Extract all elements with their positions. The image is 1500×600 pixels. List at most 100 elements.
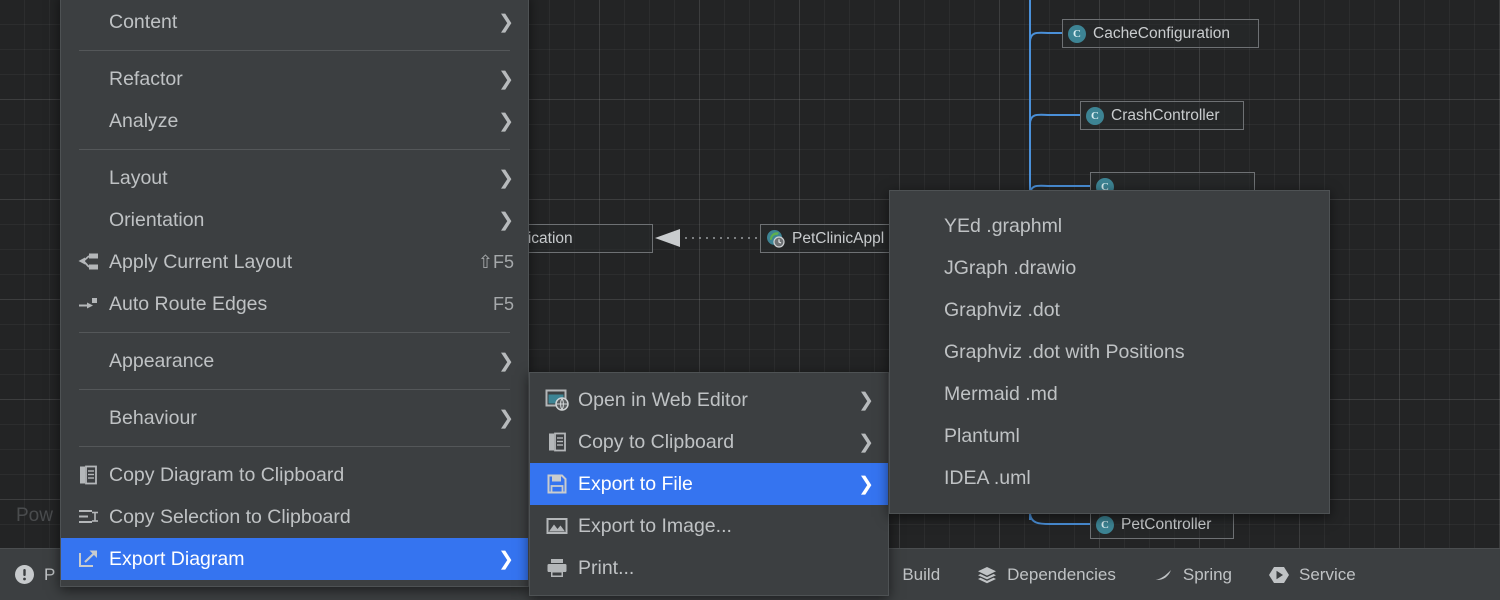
spring-leaf-icon — [1152, 564, 1174, 586]
menu-item-apply-current-layout[interactable]: Apply Current Layout ⇧F5 — [61, 241, 528, 283]
dependency-arrowhead — [655, 229, 680, 247]
menu-item-label: Mermaid .md — [944, 383, 1315, 406]
menu-separator — [79, 332, 510, 333]
menu-separator — [79, 389, 510, 390]
class-icon: C — [1068, 25, 1086, 43]
menu-item-label: JGraph .drawio — [944, 257, 1315, 280]
menu-item-copy-selection-to-clipboard[interactable]: Copy Selection to Clipboard — [61, 496, 528, 538]
status-item-services[interactable]: Service — [1250, 564, 1374, 586]
class-icon: C — [1096, 516, 1114, 534]
menu-item-label: Open in Web Editor — [572, 389, 838, 412]
menu-item-auto-route-edges[interactable]: Auto Route Edges F5 — [61, 283, 528, 325]
class-icon: C — [1086, 107, 1104, 125]
menu-item-shortcut: ⇧F5 — [452, 252, 514, 273]
menu-item-shortcut: F5 — [467, 294, 514, 315]
web-editor-icon — [542, 387, 572, 413]
diagram-watermark: Pow — [16, 505, 53, 527]
menu-item-label: Refactor — [103, 68, 478, 91]
menu-item-label: Orientation — [103, 209, 478, 232]
menu-item-plantuml[interactable]: Plantuml — [890, 415, 1329, 457]
menu-item-graphviz-dot-with-positions[interactable]: Graphviz .dot with Positions — [890, 331, 1329, 373]
diagram-node[interactable]: C PetController — [1090, 510, 1234, 539]
menu-item-yed-graphml[interactable]: YEd .graphml — [890, 205, 1329, 247]
chevron-right-icon: ❯ — [478, 550, 514, 569]
menu-item-label: Export to Image... — [572, 515, 874, 538]
diagram-node-label: CacheConfiguration — [1093, 25, 1230, 43]
menu-item-label: Copy to Clipboard — [572, 431, 838, 454]
menu-separator — [79, 50, 510, 51]
menu-item-mermaid-md[interactable]: Mermaid .md — [890, 373, 1329, 415]
menu-item-jgraph-drawio[interactable]: JGraph .drawio — [890, 247, 1329, 289]
menu-item-open-in-web-editor[interactable]: Open in Web Editor ❯ — [530, 379, 888, 421]
save-floppy-icon — [542, 472, 572, 496]
menu-item-appearance[interactable]: Appearance ❯ — [61, 340, 528, 382]
chevron-right-icon: ❯ — [478, 352, 514, 371]
chevron-right-icon: ❯ — [478, 211, 514, 230]
menu-item-export-to-file[interactable]: Export to File ❯ — [530, 463, 888, 505]
menu-item-label: Layout — [103, 167, 478, 190]
menu-item-behaviour[interactable]: Behaviour ❯ — [61, 397, 528, 439]
export-arrow-icon — [73, 547, 103, 571]
menu-item-export-to-image[interactable]: Export to Image... — [530, 505, 888, 547]
menu-item-label: Graphviz .dot with Positions — [944, 341, 1315, 364]
menu-item-label: Export Diagram — [103, 548, 478, 571]
menu-separator — [79, 149, 510, 150]
spring-boot-icon — [766, 229, 785, 248]
menu-item-graphviz-dot[interactable]: Graphviz .dot — [890, 289, 1329, 331]
status-problems-label: P — [44, 565, 55, 585]
menu-item-refactor[interactable]: Refactor ❯ — [61, 58, 528, 100]
menu-item-label: Print... — [572, 557, 874, 580]
menu-item-label: Copy Diagram to Clipboard — [103, 464, 514, 487]
menu-item-idea-uml[interactable]: IDEA .uml — [890, 457, 1329, 499]
problem-warning-icon — [14, 564, 35, 585]
chevron-right-icon: ❯ — [478, 112, 514, 131]
chevron-right-icon: ❯ — [838, 391, 874, 410]
chevron-right-icon: ❯ — [478, 70, 514, 89]
chevron-right-icon: ❯ — [478, 169, 514, 188]
menu-item-label: Content — [103, 11, 478, 34]
menu-item-label: Graphviz .dot — [944, 299, 1315, 322]
menu-item-label: Plantuml — [944, 425, 1315, 448]
copy-icon — [542, 430, 572, 454]
menu-item-export-diagram[interactable]: Export Diagram ❯ — [61, 538, 528, 580]
export-to-file-submenu[interactable]: YEd .graphml JGraph .drawio Graphviz .do… — [889, 190, 1330, 514]
image-icon — [542, 514, 572, 538]
chevron-right-icon: ❯ — [478, 13, 514, 32]
status-item-label: Build — [902, 565, 940, 585]
services-play-icon — [1268, 564, 1290, 586]
menu-item-orientation[interactable]: Orientation ❯ — [61, 199, 528, 241]
printer-icon — [542, 556, 572, 580]
menu-item-copy-diagram-to-clipboard[interactable]: Copy Diagram to Clipboard — [61, 454, 528, 496]
menu-separator — [79, 446, 510, 447]
diagram-context-menu[interactable]: Content ❯ Refactor ❯ Analyze ❯ Layout ❯ … — [60, 0, 529, 587]
layers-icon — [976, 564, 998, 586]
diagram-node[interactable]: C CrashController — [1080, 101, 1244, 130]
diagram-node-label: PetController — [1121, 516, 1211, 534]
menu-item-analyze[interactable]: Analyze ❯ — [61, 100, 528, 142]
status-item-label: Service — [1299, 565, 1356, 585]
auto-route-icon — [73, 292, 103, 316]
chevron-right-icon: ❯ — [838, 475, 874, 494]
menu-item-label: Export to File — [572, 473, 838, 496]
status-item-dependencies[interactable]: Dependencies — [958, 564, 1134, 586]
menu-item-layout[interactable]: Layout ❯ — [61, 157, 528, 199]
menu-item-content[interactable]: Content ❯ — [61, 1, 528, 43]
menu-item-label: YEd .graphml — [944, 215, 1315, 238]
menu-item-label: Analyze — [103, 110, 478, 133]
copy-icon — [73, 463, 103, 487]
menu-item-label: IDEA .uml — [944, 467, 1315, 490]
status-item-label: Spring — [1183, 565, 1232, 585]
menu-item-label: Behaviour — [103, 407, 478, 430]
menu-item-copy-to-clipboard[interactable]: Copy to Clipboard ❯ — [530, 421, 888, 463]
copy-selection-icon — [73, 505, 103, 529]
diagram-node-label: PetClinicAppl — [792, 230, 884, 248]
status-item-spring[interactable]: Spring — [1134, 564, 1250, 586]
chevron-right-icon: ❯ — [838, 433, 874, 452]
status-item-label: Dependencies — [1007, 565, 1116, 585]
diagram-node-label: CrashController — [1111, 107, 1220, 125]
diagram-node[interactable]: C CacheConfiguration — [1062, 19, 1259, 48]
menu-item-print[interactable]: Print... — [530, 547, 888, 589]
export-diagram-submenu[interactable]: Open in Web Editor ❯ Copy to Clipboard ❯… — [529, 372, 889, 596]
menu-item-label: Apply Current Layout — [103, 251, 452, 274]
menu-item-label: Copy Selection to Clipboard — [103, 506, 514, 529]
